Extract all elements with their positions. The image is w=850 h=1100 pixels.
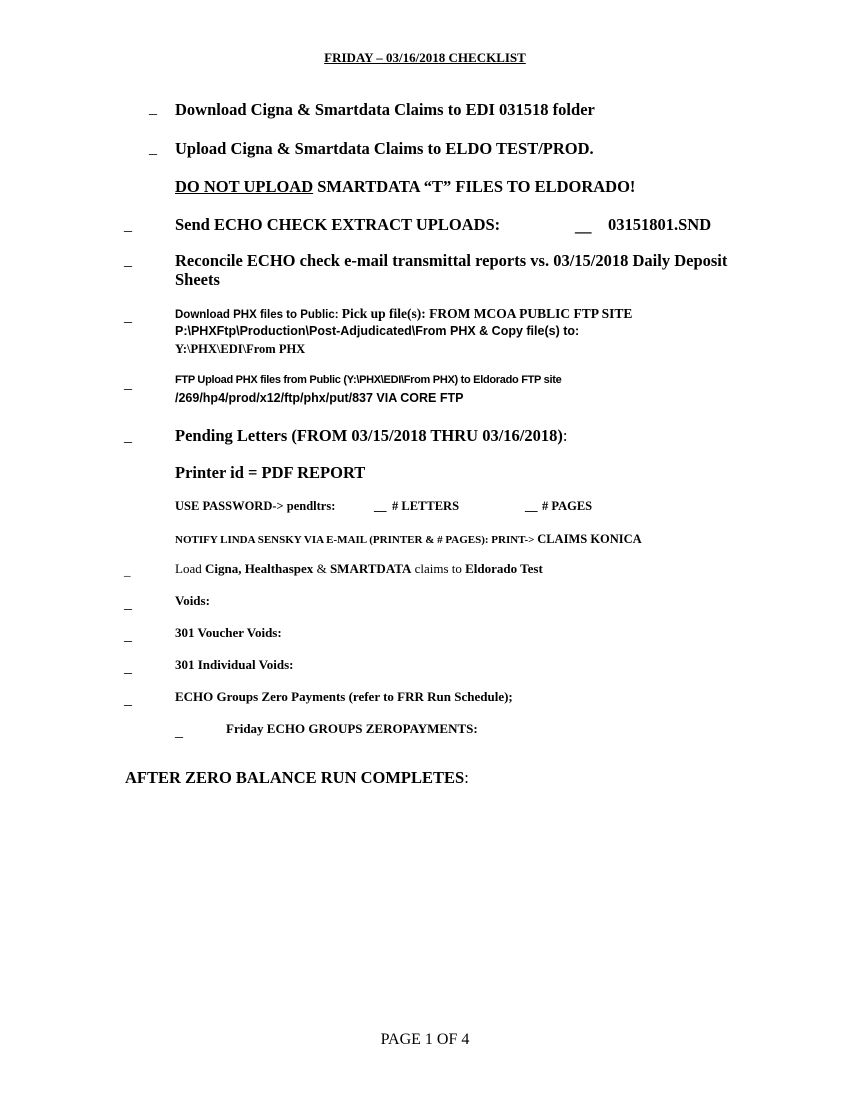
use-password: USE PASSWORD-> pendltrs: bbox=[175, 499, 336, 513]
item-ftp-upload-line1: FTP Upload PHX files from Public (Y:\PHX… bbox=[175, 374, 562, 386]
item-reconcile-line1: Reconcile ECHO check e-mail transmittal … bbox=[175, 251, 728, 270]
pending-letters-text: Pending Letters (FROM 03/15/2018 THRU 03… bbox=[175, 426, 563, 445]
after-zero-colon: : bbox=[464, 768, 469, 787]
warning-underlined: DO NOT UPLOAD bbox=[175, 177, 314, 196]
checkbox-mark: _ bbox=[124, 627, 132, 644]
page-footer: PAGE 1 OF 4 bbox=[380, 1031, 470, 1048]
checkbox-mark: _ bbox=[124, 428, 132, 445]
warning-do-not-upload: DO NOT UPLOAD SMARTDATA “T” FILES TO ELD… bbox=[175, 177, 635, 197]
notify-text: NOTIFY LINDA SENSKY VIA E-MAIL (PRINTER … bbox=[175, 534, 538, 546]
phx-download-label: Download PHX files to Public: bbox=[175, 309, 342, 321]
checkbox-mark: _ bbox=[124, 659, 132, 676]
item-load-claims: Load Cigna, Healthaspex & SMARTDATA clai… bbox=[175, 561, 543, 577]
load-f: Eldorado Test bbox=[465, 561, 543, 576]
section-after-zero: AFTER ZERO BALANCE RUN COMPLETES: bbox=[125, 768, 469, 788]
item-voucher-voids: 301 Voucher Voids: bbox=[175, 625, 282, 640]
blank-field: __ bbox=[374, 499, 387, 513]
item-phx-download-line3: Y:\PHX\EDI\From PHX bbox=[175, 342, 306, 356]
after-zero-text: AFTER ZERO BALANCE RUN COMPLETES bbox=[125, 768, 465, 787]
load-e: claims to bbox=[411, 561, 466, 576]
printer-id: Printer id = PDF REPORT bbox=[175, 463, 366, 482]
warning-rest: SMARTDATA “T” FILES TO ELDORADO! bbox=[313, 177, 636, 196]
item-phx-download-line1: Download PHX files to Public: Pick up fi… bbox=[175, 306, 632, 322]
pending-letters-colon: : bbox=[562, 426, 568, 445]
checkbox-mark: _ bbox=[149, 140, 157, 157]
page-title: FRIDAY – 03/16/2018 CHECKLIST bbox=[324, 50, 526, 65]
item-reconcile-line2: Sheets bbox=[175, 270, 220, 289]
checkbox-mark: _ bbox=[149, 100, 157, 117]
blank-field: __ bbox=[575, 216, 592, 235]
phx-download-pickup: Pick up file(s): FROM MCOA PUBLIC FTP SI… bbox=[341, 306, 633, 321]
checkbox-mark: _ bbox=[124, 595, 132, 612]
item-individual-voids: 301 Individual Voids: bbox=[175, 657, 294, 672]
item-voids: Voids: bbox=[175, 593, 210, 608]
checkbox-mark: _ bbox=[124, 217, 132, 234]
load-b: Cigna, Healthaspex bbox=[204, 561, 314, 576]
item-echo-zero: ECHO Groups Zero Payments (refer to FRR … bbox=[175, 689, 513, 704]
checkbox-mark: _ bbox=[124, 252, 132, 269]
checkbox-mark: _ bbox=[175, 723, 183, 740]
item-phx-download-line2: P:\PHXFtp\Production\Post-Adjudicated\Fr… bbox=[175, 324, 580, 338]
letters-label: # LETTERS bbox=[392, 499, 460, 513]
echo-file-name: 03151801.SND bbox=[608, 215, 712, 234]
item-ftp-upload-line2: /269/hp4/prod/x12/ftp/phx/put/837 VIA CO… bbox=[175, 391, 464, 405]
pages-label: # PAGES bbox=[542, 499, 593, 513]
notify-claims: CLAIMS KONICA bbox=[537, 532, 642, 546]
item-download-cigna: Download Cigna & Smartdata Claims to EDI… bbox=[175, 100, 595, 119]
item-pending-letters: Pending Letters (FROM 03/15/2018 THRU 03… bbox=[175, 426, 567, 446]
checkbox-mark: _ bbox=[124, 375, 132, 392]
load-a: Load bbox=[175, 561, 205, 576]
item-upload-cigna: Upload Cigna & Smartdata Claims to ELDO … bbox=[175, 139, 594, 158]
load-d: SMARTDATA bbox=[329, 561, 412, 576]
checkbox-mark: _ bbox=[124, 308, 132, 325]
notify-line: NOTIFY LINDA SENSKY VIA E-MAIL (PRINTER … bbox=[175, 532, 642, 547]
checkbox-mark: _ bbox=[124, 563, 131, 578]
item-send-echo: Send ECHO CHECK EXTRACT UPLOADS: bbox=[175, 215, 501, 234]
blank-field: __ bbox=[525, 499, 538, 513]
load-c: & bbox=[313, 561, 330, 576]
checkbox-mark: _ bbox=[124, 691, 132, 708]
item-friday-echo: Friday ECHO GROUPS ZEROPAYMENTS: bbox=[226, 721, 478, 736]
